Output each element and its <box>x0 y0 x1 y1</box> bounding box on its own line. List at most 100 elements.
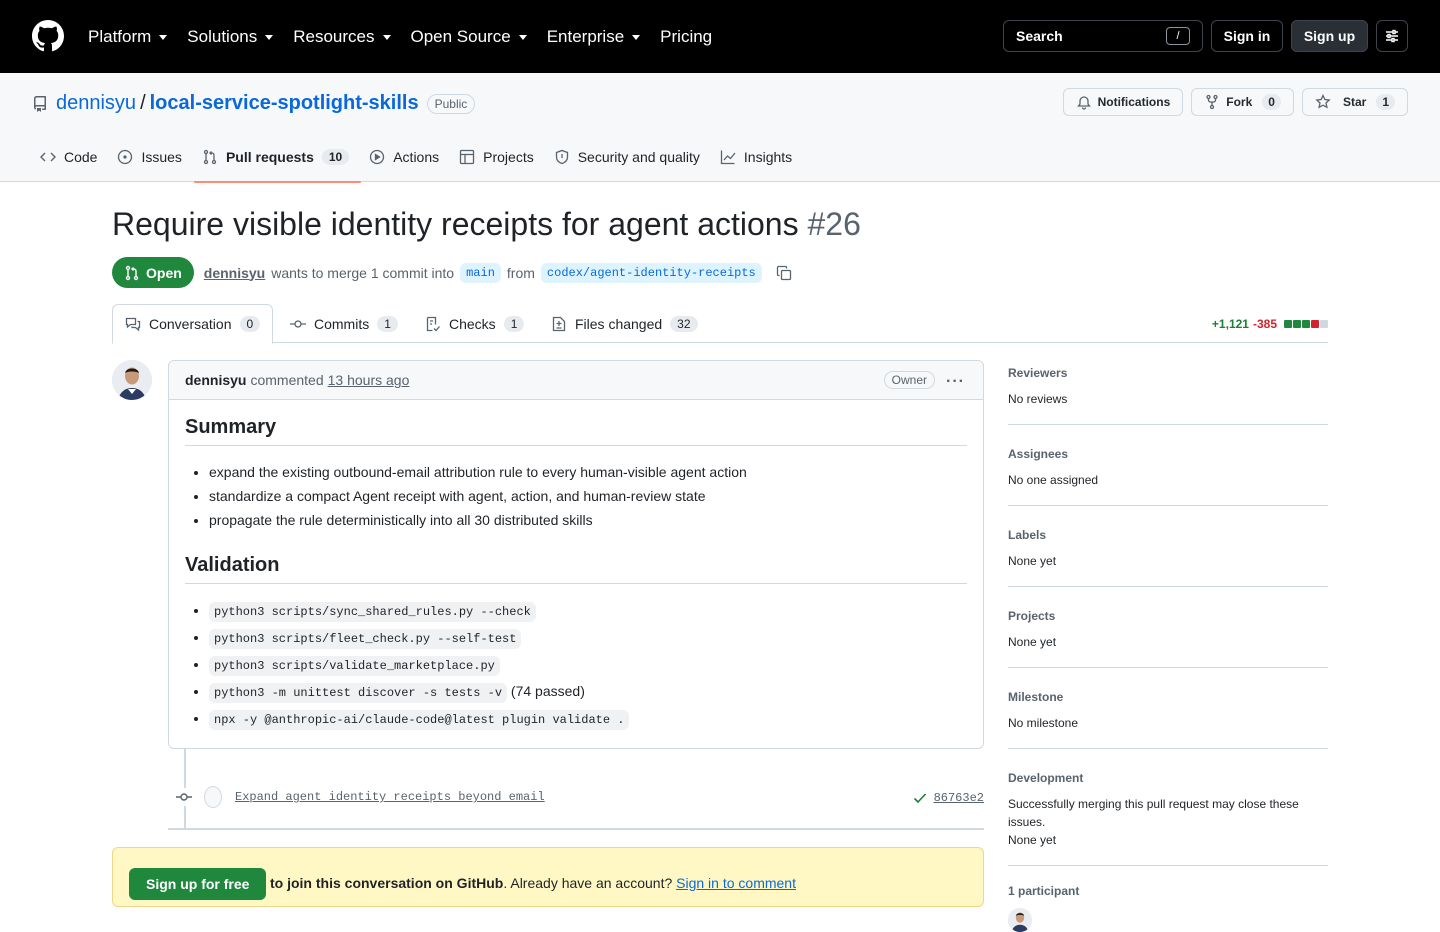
nav-platform[interactable]: Platform <box>88 27 168 47</box>
repo-actions: Notifications Fork 0 Star 1 <box>1062 88 1408 116</box>
signup-banner: Sign up for free to join this conversati… <box>112 847 984 907</box>
deletions-count: -385 <box>1252 317 1277 331</box>
table-icon <box>459 149 475 165</box>
sliders-icon <box>1386 29 1398 43</box>
comment-timestamp[interactable]: 13 hours ago <box>328 372 410 388</box>
chevron-down-icon <box>159 35 168 40</box>
list-item: python3 scripts/validate_marketplace.py <box>209 654 967 676</box>
sidebar-value: No reviews <box>1008 392 1068 406</box>
diffstat-box-add <box>1302 320 1310 328</box>
banner-text: to join this conversation on GitHub. Alr… <box>270 875 796 891</box>
repo-owner-link[interactable]: dennisyu <box>56 92 136 115</box>
sign-in-to-comment-link[interactable]: Sign in to comment <box>676 875 796 891</box>
pr-tab-label: Commits <box>314 315 370 332</box>
pr-tab-commits[interactable]: Commits 1 <box>290 304 398 343</box>
comment-author[interactable]: dennisyu <box>185 372 246 388</box>
tab-code[interactable]: Code <box>32 138 109 182</box>
pr-title: Require visible identity receipts for ag… <box>112 206 861 243</box>
commit-sha-link[interactable]: 86763e2 <box>934 791 984 805</box>
pr-author-link[interactable]: dennisyu <box>204 265 265 281</box>
banner-bold-text: to join this conversation on GitHub <box>270 875 504 891</box>
fork-button[interactable]: Fork 0 <box>1191 88 1294 116</box>
validation-list: python3 scripts/sync_shared_rules.py --c… <box>185 600 967 730</box>
fork-count: 0 <box>1262 94 1281 110</box>
tab-pull-requests[interactable]: Pull requests 10 <box>193 138 362 183</box>
list-item: python3 scripts/sync_shared_rules.py --c… <box>209 600 967 622</box>
search-button[interactable]: Search / <box>1003 20 1203 52</box>
comment-discussion-icon <box>125 317 141 332</box>
nav-pricing[interactable]: Pricing <box>660 27 712 47</box>
timeline-end <box>168 828 984 830</box>
notifications-button[interactable]: Notifications <box>1062 88 1184 116</box>
sign-up-free-button[interactable]: Sign up for free <box>129 868 267 900</box>
participant-avatar[interactable] <box>1008 908 1032 932</box>
global-nav: Platform Solutions Resources Open Source… <box>88 0 732 73</box>
tab-insights[interactable]: Insights <box>712 138 804 182</box>
sidebar-title: Milestone <box>1008 690 1064 704</box>
pr-sidebar: Reviewers No reviews Assignees No one as… <box>1008 360 1328 932</box>
sidebar-development: Development Successfully merging this pu… <box>1008 765 1328 866</box>
sidebar-milestone: Milestone No milestone <box>1008 684 1328 749</box>
check-icon[interactable] <box>912 790 928 806</box>
tab-actions[interactable]: Actions <box>361 138 451 182</box>
list-item: python3 scripts/fleet_check.py --self-te… <box>209 627 967 649</box>
sidebar-value: No milestone <box>1008 716 1079 730</box>
sign-up-button[interactable]: Sign up <box>1291 20 1368 52</box>
pr-tab-files-changed[interactable]: Files changed 32 <box>551 304 698 343</box>
nav-label: Enterprise <box>546 26 625 46</box>
pr-tab-count: 1 <box>377 315 398 332</box>
repo-tabs: Code Issues Pull requests 10 Actions Pro… <box>32 138 804 183</box>
diffstat-box-add <box>1284 320 1292 328</box>
pr-state-label: Open <box>146 264 182 281</box>
base-branch[interactable]: main <box>460 262 501 283</box>
nav-solutions[interactable]: Solutions <box>187 26 274 47</box>
star-button[interactable]: Star 1 <box>1301 88 1408 116</box>
pr-tab-count: 0 <box>239 316 261 332</box>
pr-tab-checks[interactable]: Checks 1 <box>425 304 525 343</box>
github-logo-icon[interactable] <box>32 20 64 52</box>
pr-tab-label: Checks <box>449 315 496 332</box>
settings-menu-button[interactable] <box>1376 20 1408 52</box>
pr-merge-text: wants to merge 1 commit into <box>271 264 455 281</box>
pr-tab-conversation[interactable]: Conversation 0 <box>112 304 274 344</box>
fork-icon <box>1206 94 1218 110</box>
tab-security[interactable]: Security and quality <box>546 138 712 182</box>
list-item: npx -y @anthropic-ai/claude-code@latest … <box>209 708 967 730</box>
summary-list: expand the existing outbound-email attri… <box>185 462 967 530</box>
sidebar-title: Projects <box>1008 609 1056 623</box>
pr-tabs: Conversation 0 Commits 1 Checks 1 Files … <box>112 304 1328 344</box>
summary-heading: Summary <box>185 416 967 446</box>
sidebar-value: None yet <box>1008 635 1057 649</box>
commit-message-link[interactable]: Expand agent identity receipts beyond em… <box>235 790 545 804</box>
tab-label: Projects <box>483 149 534 165</box>
validation-heading: Validation <box>185 554 967 584</box>
diffstat-bar <box>1283 320 1328 328</box>
pr-tab-count: 1 <box>503 315 525 332</box>
code-snippet: python3 -m unittest discover -s tests -v <box>209 683 508 703</box>
global-header: Platform Solutions Resources Open Source… <box>0 0 1440 73</box>
avatar[interactable] <box>112 360 152 400</box>
pr-number: #26 <box>807 206 861 242</box>
tab-projects[interactable]: Projects <box>451 138 546 182</box>
kebab-menu-icon[interactable]: ··· <box>946 373 965 391</box>
copy-icon[interactable] <box>776 265 792 281</box>
list-item-suffix: (74 passed) <box>507 683 585 699</box>
sidebar-title: Assignees <box>1008 447 1069 461</box>
tab-issues[interactable]: Issues <box>109 138 193 182</box>
tab-label: Actions <box>393 149 440 165</box>
sidebar-value: None yet <box>1008 554 1057 568</box>
sidebar-value: None yet <box>1008 833 1057 847</box>
sign-in-button[interactable]: Sign in <box>1211 20 1283 52</box>
chevron-down-icon <box>632 35 641 40</box>
repo-name-link[interactable]: local-service-spotlight-skills <box>150 92 419 115</box>
diffstat-box-del <box>1311 320 1319 328</box>
pr-description-comment: dennisyu commented 13 hours ago Owner ··… <box>168 360 984 749</box>
nav-resources[interactable]: Resources <box>293 27 391 47</box>
nav-enterprise[interactable]: Enterprise <box>546 26 641 47</box>
code-snippet: python3 scripts/sync_shared_rules.py --c… <box>209 602 536 622</box>
nav-label: Solutions <box>187 26 258 46</box>
head-branch[interactable]: codex/agent-identity-receipts <box>540 262 762 283</box>
nav-open-source[interactable]: Open Source <box>411 27 527 47</box>
commit-author-avatar[interactable] <box>204 786 222 808</box>
timeline-commit: Expand agent identity receipts beyond em… <box>168 783 984 811</box>
